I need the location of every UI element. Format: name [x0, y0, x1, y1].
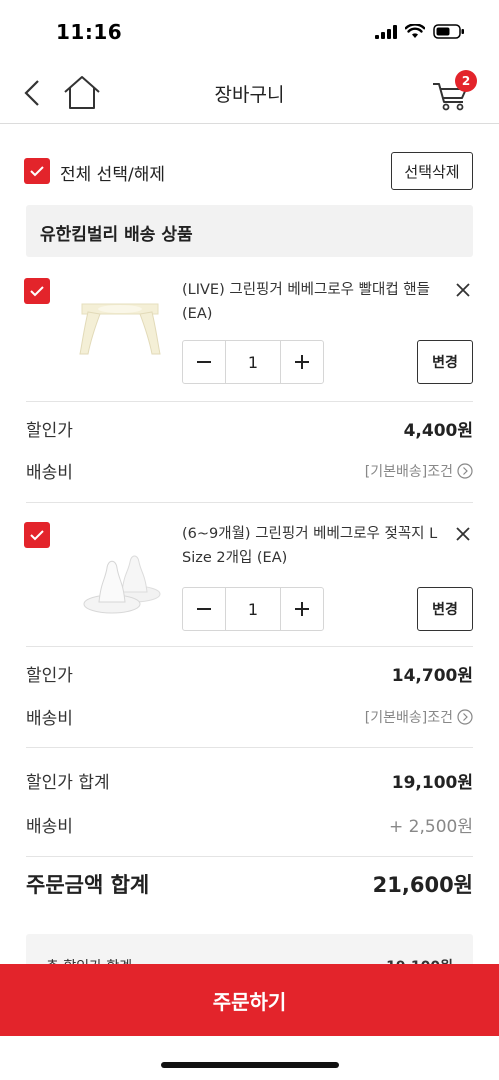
price-value: 4,400원	[403, 421, 473, 441]
cart-count-badge: 2	[455, 70, 477, 92]
cart-button[interactable]: 2	[431, 70, 477, 112]
vendor-section-title: 유한킴벌리 배송 상품	[40, 225, 193, 245]
quantity-value[interactable]: 1	[225, 588, 281, 630]
increase-quantity-button[interactable]	[281, 341, 323, 383]
divider	[26, 646, 473, 647]
product-name[interactable]: (6~9개월) 그린핑거 베베그로우 젖꼭지 L Size 2개입 (EA)	[182, 522, 442, 570]
shipping-label: 배송비	[26, 709, 73, 729]
shipping-condition-text: [기본배송]조건	[364, 710, 453, 726]
increase-quantity-button[interactable]	[281, 588, 323, 630]
home-indicator-area	[0, 1036, 499, 1080]
signal-icon	[375, 24, 397, 39]
order-total-value: 21,600원	[372, 873, 473, 897]
item-checkbox[interactable]	[24, 522, 50, 548]
item-price-row: 할인가 4,400원	[26, 416, 473, 444]
plus-icon	[295, 355, 309, 369]
cart-item: (6~9개월) 그린핑거 베베그로우 젖꼭지 L Size 2개입 (EA) 1…	[24, 522, 473, 642]
product-name[interactable]: (LIVE) 그린핑거 베베그로우 빨대컵 핸들 (EA)	[182, 278, 442, 326]
quantity-stepper: 1	[182, 340, 324, 384]
order-total-row: 주문금액 합계 21,600원	[26, 869, 473, 897]
plus-icon	[295, 602, 309, 616]
check-icon	[30, 286, 44, 297]
shipping-condition-link[interactable]: [기본배송]조건	[365, 461, 473, 481]
home-indicator[interactable]	[161, 1062, 339, 1068]
order-total-label: 주문금액 합계	[26, 873, 150, 897]
minus-icon	[197, 361, 211, 363]
battery-icon	[433, 24, 464, 39]
status-time: 11:16	[56, 20, 123, 44]
vendor-section-header: 유한킴벌리 배송 상품	[26, 205, 473, 257]
shipping-condition-text: [기본배송]조건	[364, 464, 453, 480]
app-header: 장바구니 2	[0, 64, 499, 124]
discount-total-label: 할인가 합계	[26, 773, 110, 793]
select-all-row: 전체 선택/해제 선택삭제	[24, 152, 473, 192]
price-label: 할인가	[26, 421, 73, 441]
quantity-value[interactable]: 1	[225, 341, 281, 383]
shipping-condition-link[interactable]: [기본배송]조건	[365, 707, 473, 727]
product-image[interactable]	[72, 284, 168, 374]
remove-item-button[interactable]	[453, 524, 473, 544]
status-icons	[375, 24, 465, 39]
product-image[interactable]	[72, 534, 168, 624]
divider	[26, 747, 473, 748]
check-icon	[30, 166, 44, 177]
discount-total-row: 할인가 합계 19,100원	[26, 768, 473, 796]
select-all-label: 전체 선택/해제	[60, 165, 165, 185]
close-icon	[456, 283, 470, 297]
cart-item: (LIVE) 그린핑거 베베그로우 빨대컵 핸들 (EA) 1 변경	[24, 278, 473, 398]
item-price-row: 할인가 14,700원	[26, 661, 473, 689]
shipping-total-row: 배송비 + 2,500원	[26, 812, 473, 840]
page-title: 장바구니	[214, 84, 285, 106]
chevron-right-circle-icon	[457, 709, 473, 725]
status-bar: 11:16	[0, 0, 499, 64]
wifi-icon	[405, 24, 425, 38]
nipple-image	[83, 555, 161, 614]
close-icon	[456, 527, 470, 541]
change-option-button[interactable]: 변경	[417, 340, 473, 384]
remove-item-button[interactable]	[453, 280, 473, 300]
decrease-quantity-button[interactable]	[183, 588, 225, 630]
shipping-total-label: 배송비	[26, 817, 73, 837]
divider	[26, 502, 473, 503]
check-icon	[30, 530, 44, 541]
minus-icon	[197, 608, 211, 610]
shipping-total-value: + 2,500원	[389, 817, 473, 837]
divider	[26, 856, 473, 857]
quantity-stepper: 1	[182, 587, 324, 631]
shipping-label: 배송비	[26, 463, 73, 483]
discount-total-value: 19,100원	[391, 773, 473, 793]
decrease-quantity-button[interactable]	[183, 341, 225, 383]
delete-selected-button[interactable]: 선택삭제	[391, 152, 473, 190]
item-checkbox[interactable]	[24, 278, 50, 304]
change-option-button[interactable]: 변경	[417, 587, 473, 631]
order-button[interactable]: 주문하기	[0, 964, 499, 1036]
item-shipping-row: 배송비 [기본배송]조건	[26, 458, 473, 486]
price-value: 14,700원	[391, 666, 473, 686]
order-button-label: 주문하기	[212, 989, 287, 1014]
cup-handle-image	[79, 303, 161, 355]
divider	[26, 401, 473, 402]
item-shipping-row: 배송비 [기본배송]조건	[26, 704, 473, 732]
select-all-checkbox[interactable]	[24, 158, 50, 184]
chevron-right-circle-icon	[457, 463, 473, 479]
price-label: 할인가	[26, 666, 73, 686]
